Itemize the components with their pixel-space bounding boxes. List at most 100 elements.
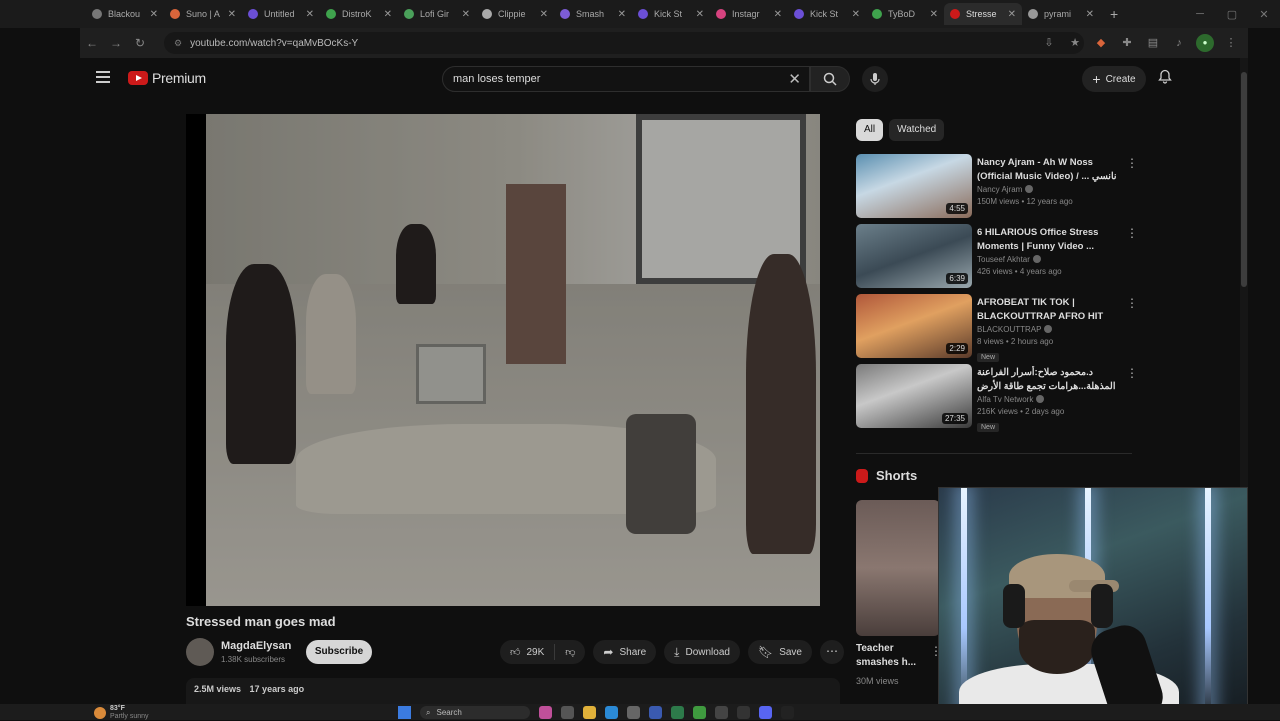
tab-close-icon[interactable]: ✕ — [852, 9, 860, 20]
browser-tab[interactable]: TyBoD ✕ — [866, 3, 944, 25]
description-box[interactable]: 2.5M views 17 years ago — [186, 678, 840, 706]
tab-close-icon[interactable]: ✕ — [306, 9, 314, 20]
subscribe-button[interactable]: Subscribe — [306, 640, 372, 664]
windows-start-icon[interactable] — [398, 706, 411, 719]
recommendation-menu-icon[interactable]: ⋮ — [1126, 156, 1138, 170]
recommendation-title[interactable]: 6 HILARIOUS Office Stress Moments | Funn… — [977, 226, 1117, 254]
tab-close-icon[interactable]: ✕ — [774, 9, 782, 20]
app-icon[interactable] — [715, 706, 728, 719]
discord-icon[interactable] — [759, 706, 772, 719]
recommendation-menu-icon[interactable]: ⋮ — [1126, 296, 1138, 310]
reload-icon[interactable]: ↻ — [128, 36, 152, 50]
recommendation-item[interactable]: 4:55 Nancy Ajram - Ah W Noss (Official Mu… — [856, 154, 1146, 220]
browser-tab[interactable]: Clippie ✕ — [476, 3, 554, 25]
browser-tab[interactable]: Stresse ✕ — [944, 3, 1022, 25]
browser-tab[interactable]: Suno | A ✕ — [164, 3, 242, 25]
youtube-logo[interactable]: Premium — [128, 70, 206, 86]
search-button[interactable] — [810, 66, 850, 92]
filter-chip[interactable]: All — [856, 119, 884, 141]
browser-tab[interactable]: Lofi Gir ✕ — [398, 3, 476, 25]
hamburger-menu-icon[interactable] — [96, 71, 110, 86]
download-button[interactable]: ⤓ Download — [664, 640, 740, 664]
share-button[interactable]: ➦ Share — [593, 640, 657, 664]
browser-tab[interactable]: Kick St ✕ — [632, 3, 710, 25]
recommendation-item[interactable]: 2:29 AFROBEAT TIK TOK | BLACKOUTTRAP AFRO… — [856, 294, 1146, 362]
filter-chip[interactable]: Watched — [889, 119, 945, 141]
recommendation-channel-name[interactable]: Nancy Ajram — [977, 185, 1022, 194]
short-title[interactable]: Teacher smashes h... — [856, 642, 936, 670]
weather-widget[interactable]: 83°F Partly sunny — [94, 705, 149, 721]
recommendation-menu-icon[interactable]: ⋮ — [1126, 366, 1138, 380]
tab-close-icon[interactable]: ✕ — [228, 9, 236, 20]
tab-close-icon[interactable]: ✕ — [462, 9, 470, 20]
tab-close-icon[interactable]: ✕ — [930, 9, 938, 20]
recommendation-thumbnail[interactable]: 2:29 — [856, 294, 972, 358]
app-icon[interactable] — [671, 706, 684, 719]
like-button[interactable]: 👍︎ 29K — [500, 646, 554, 659]
taskbar-search[interactable]: ⌕ Search — [420, 706, 530, 719]
recommendation-title[interactable]: Nancy Ajram - Ah W Noss (Official Music … — [977, 156, 1117, 184]
recommendation-thumbnail[interactable]: 27:35 — [856, 364, 972, 428]
short-thumbnail[interactable] — [856, 500, 940, 636]
tab-close-icon[interactable]: ✕ — [384, 9, 392, 20]
save-button[interactable]: 🔖︎ Save — [747, 640, 812, 664]
browser-tab[interactable]: pyrami ✕ — [1022, 3, 1100, 25]
search-input[interactable]: man loses temper ✕ — [442, 66, 810, 92]
tab-close-icon[interactable]: ✕ — [618, 9, 626, 20]
extensions-puzzle-icon[interactable]: ✚ — [1118, 34, 1136, 52]
tab-close-icon[interactable]: ✕ — [540, 9, 548, 20]
settings-app-icon[interactable] — [649, 706, 662, 719]
browser-tab[interactable]: Untitled ✕ — [242, 3, 320, 25]
channel-name[interactable]: MagdaElysan — [221, 640, 291, 652]
close-window-icon[interactable]: ✕ — [1248, 8, 1280, 21]
extension-icon[interactable]: ◆ — [1092, 34, 1110, 52]
create-button[interactable]: + Create — [1082, 66, 1146, 92]
recommendation-channel-name[interactable]: Alfa Tv Network — [977, 395, 1033, 404]
bookmark-star-icon[interactable]: ★ — [1066, 34, 1084, 52]
clear-search-icon[interactable]: ✕ — [788, 70, 801, 88]
file-explorer-icon[interactable] — [583, 706, 596, 719]
new-tab-icon[interactable]: + — [1110, 6, 1118, 22]
profile-avatar-icon[interactable]: ● — [1196, 34, 1214, 52]
side-panel-icon[interactable]: ▤ — [1144, 34, 1162, 52]
site-info-icon[interactable]: ⚙ — [174, 38, 182, 49]
recommendation-thumbnail[interactable]: 6:39 — [856, 224, 972, 288]
back-arrow-icon[interactable]: ← — [80, 36, 104, 50]
media-control-icon[interactable]: ♪ — [1170, 34, 1188, 52]
browser-tab[interactable]: DistroK ✕ — [320, 3, 398, 25]
scrollbar-thumb[interactable] — [1241, 72, 1247, 287]
address-bar[interactable]: ⚙ youtube.com/watch?v=qaMvBOcKs-Y — [164, 32, 1084, 54]
more-actions-icon[interactable]: ⋯ — [819, 640, 844, 664]
tab-close-icon[interactable]: ✕ — [1086, 9, 1094, 20]
app-icon[interactable] — [781, 706, 794, 719]
recommendation-title[interactable]: AFROBEAT TIK TOK | BLACKOUTTRAP AFRO HIT — [977, 296, 1117, 324]
dislike-button[interactable]: 👎︎ — [555, 646, 585, 658]
store-icon[interactable] — [627, 706, 640, 719]
recommendation-item[interactable]: 6:39 6 HILARIOUS Office Stress Moments | … — [856, 224, 1146, 290]
video-player[interactable] — [186, 114, 820, 606]
tab-close-icon[interactable]: ✕ — [696, 9, 704, 20]
maximize-icon[interactable]: ▢ — [1216, 8, 1248, 21]
browser-menu-icon[interactable]: ⋮ — [1222, 34, 1240, 52]
obs-icon[interactable] — [737, 706, 750, 719]
recommendation-channel-name[interactable]: Touseef Akhtar — [977, 255, 1030, 264]
voice-search-button[interactable] — [862, 66, 888, 92]
browser-tab[interactable]: Smash ✕ — [554, 3, 632, 25]
browser-tab[interactable]: Blackou ✕ — [86, 3, 164, 25]
channel-avatar[interactable] — [186, 638, 214, 666]
browser-tab[interactable]: Instagr ✕ — [710, 3, 788, 25]
recommendation-title[interactable]: د.محمود صلاح:أسرار الفراعنة المذهلة...هر… — [977, 366, 1117, 394]
recommendation-item[interactable]: 27:35 د.محمود صلاح:أسرار الفراعنة المذهلة… — [856, 364, 1146, 432]
forward-arrow-icon[interactable]: → — [104, 36, 128, 50]
edge-browser-icon[interactable] — [605, 706, 618, 719]
chrome-browser-icon[interactable] — [693, 706, 706, 719]
minimize-icon[interactable]: ─ — [1184, 8, 1216, 20]
install-app-icon[interactable]: ⇩ — [1040, 34, 1058, 52]
recommendation-thumbnail[interactable]: 4:55 — [856, 154, 972, 218]
recommendation-menu-icon[interactable]: ⋮ — [1126, 226, 1138, 240]
tab-close-icon[interactable]: ✕ — [150, 9, 158, 20]
tab-close-icon[interactable]: ✕ — [1008, 9, 1016, 20]
notifications-bell-icon[interactable] — [1158, 69, 1172, 87]
copilot-icon[interactable] — [539, 706, 552, 719]
browser-tab[interactable]: Kick St ✕ — [788, 3, 866, 25]
